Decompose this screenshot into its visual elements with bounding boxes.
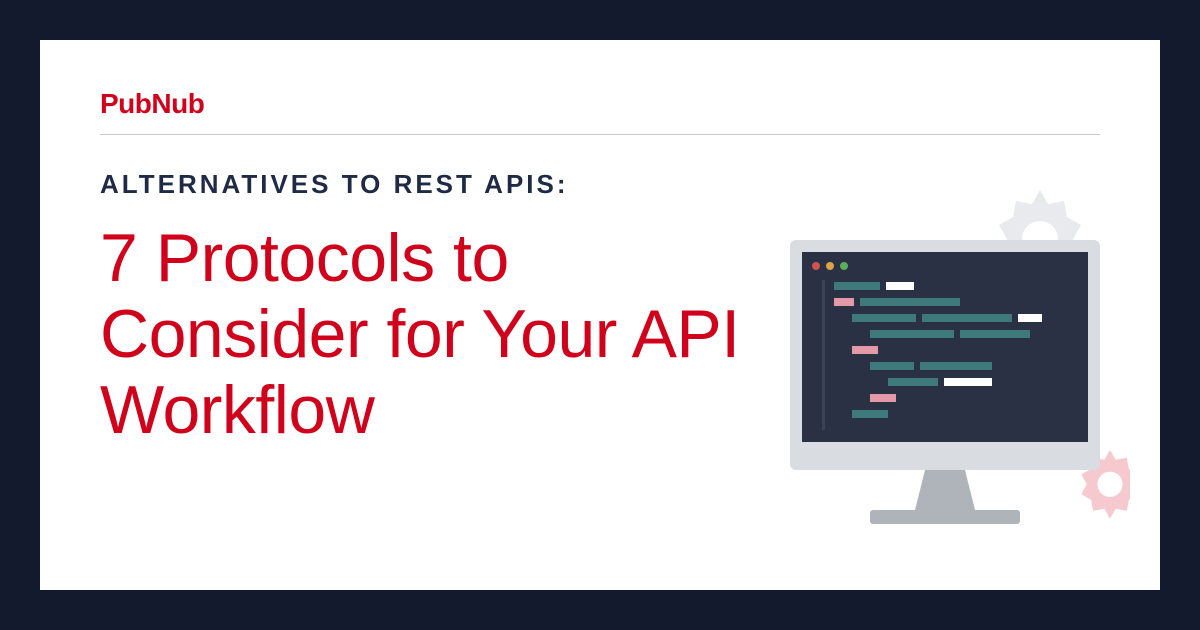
headline-text: 7 Protocols to Consider for Your API Wor… bbox=[100, 220, 760, 448]
monitor-illustration bbox=[760, 170, 1130, 550]
monitor-icon bbox=[790, 240, 1100, 524]
content-card: PubNub ALTERNATIVES TO REST APIS: 7 Prot… bbox=[40, 40, 1160, 590]
brand-logo: PubNub bbox=[100, 88, 1100, 135]
